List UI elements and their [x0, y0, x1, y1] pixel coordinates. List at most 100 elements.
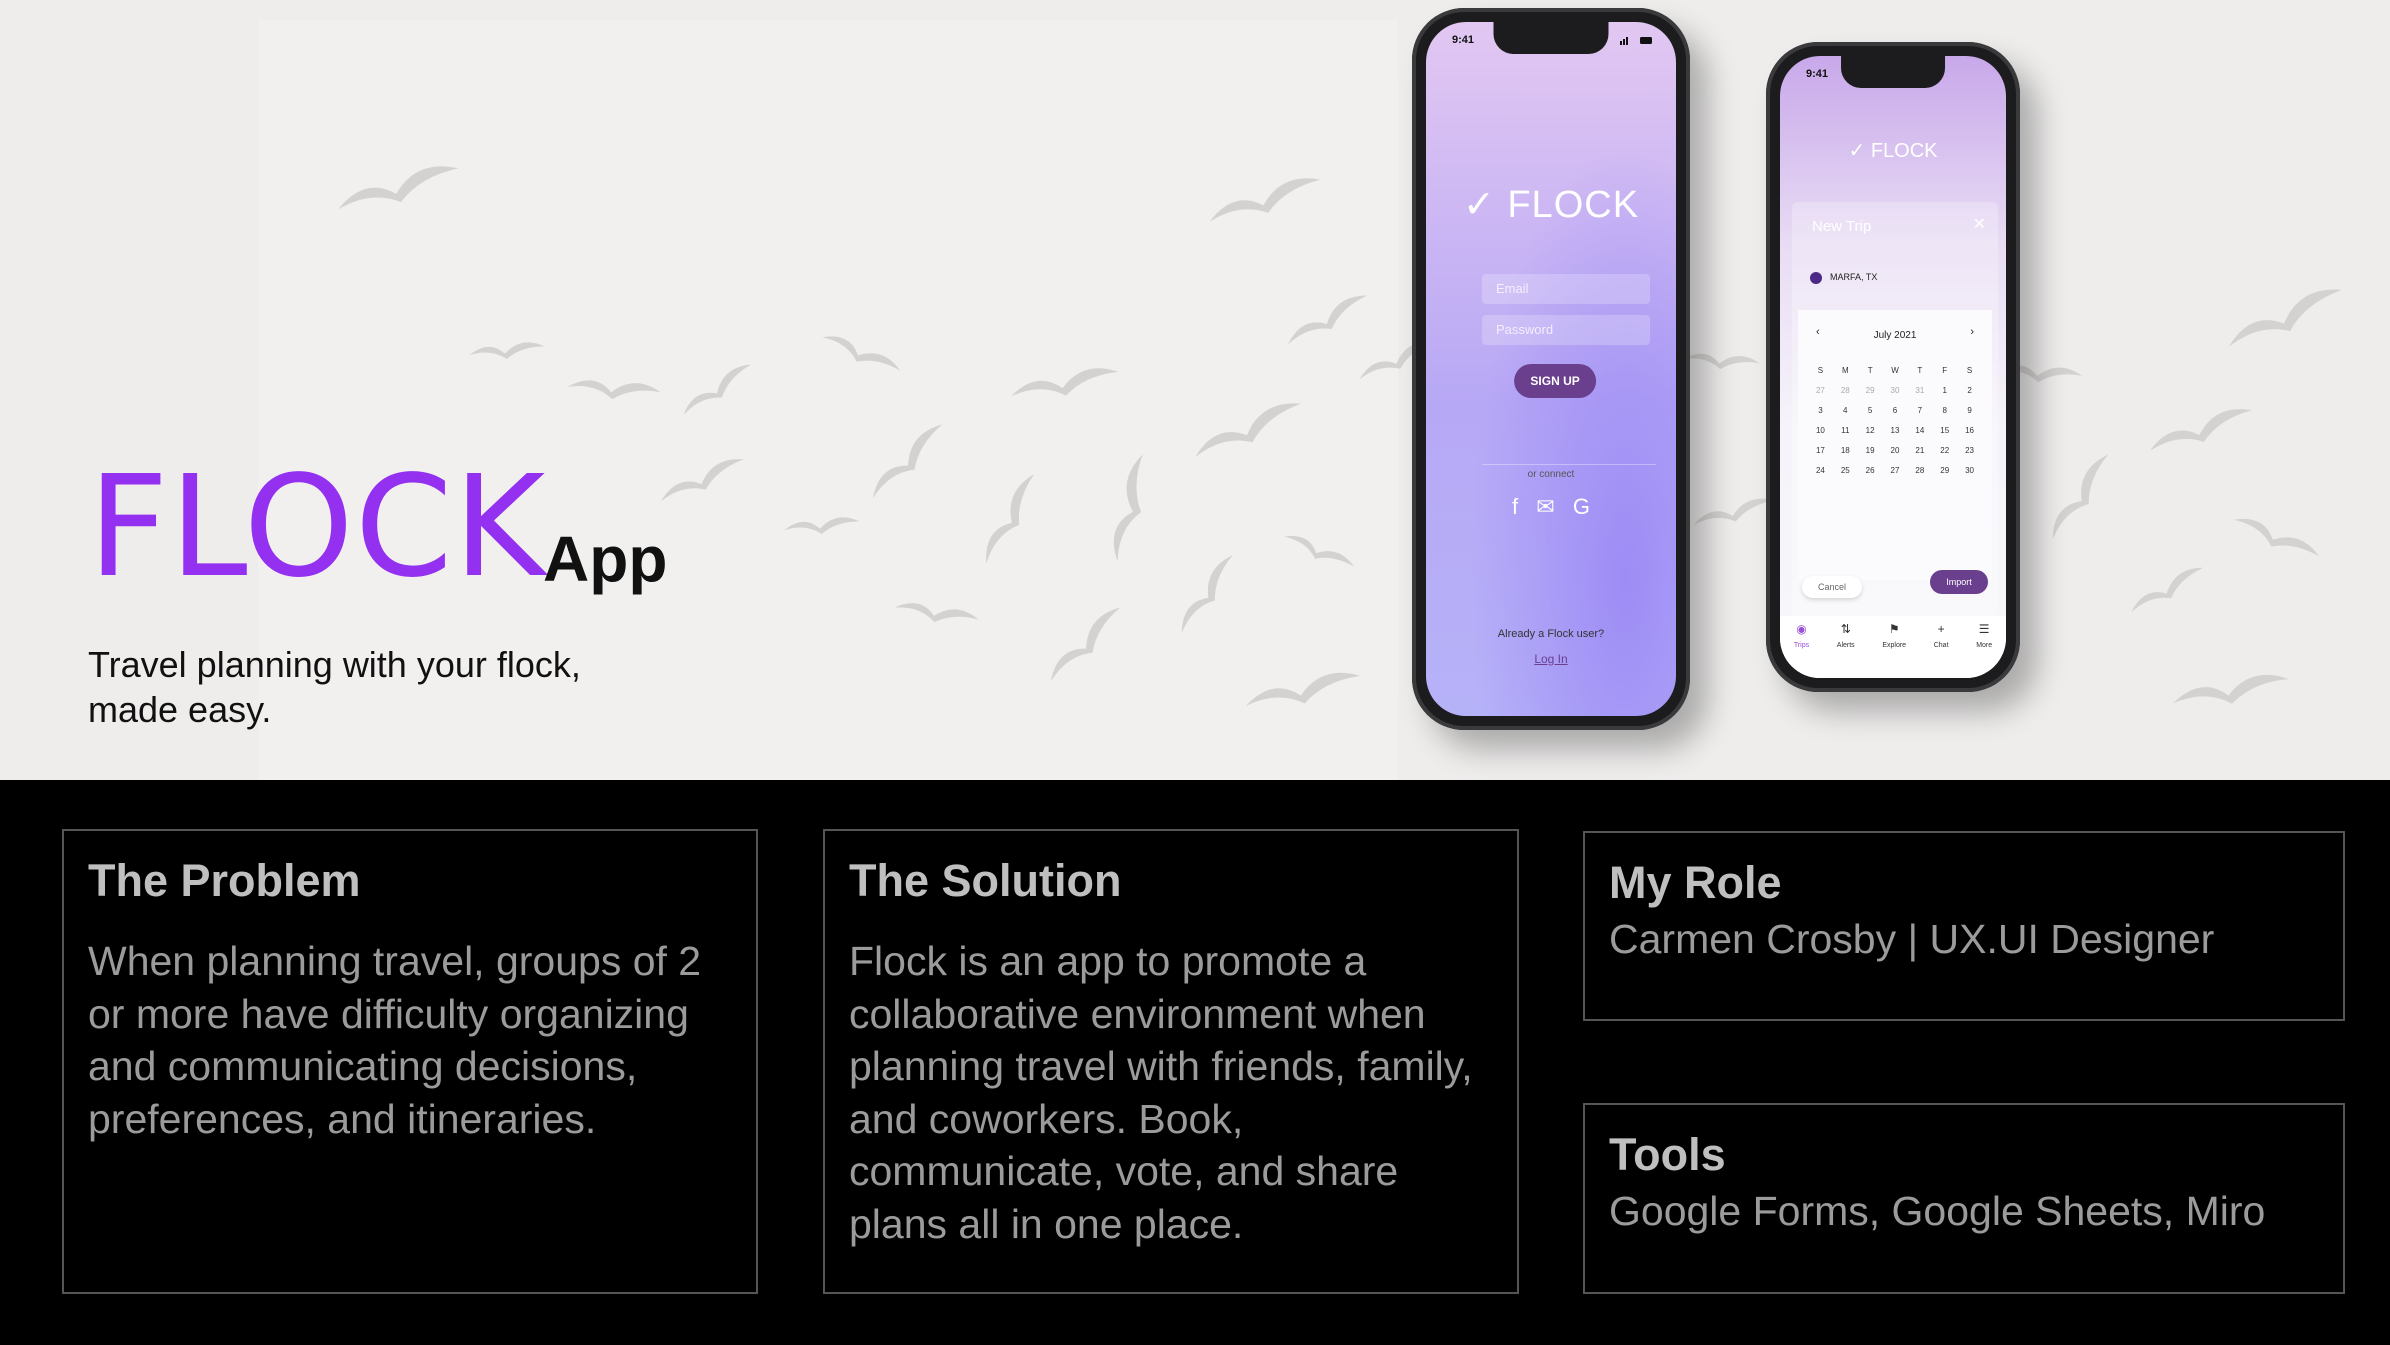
tab-alerts[interactable]: ⇅ Alerts [1837, 622, 1855, 649]
calendar-day[interactable]: 17 [1808, 446, 1833, 455]
divider [1482, 464, 1656, 465]
calendar-day[interactable]: 10 [1808, 426, 1833, 435]
calendar-day[interactable]: 30 [1883, 386, 1908, 395]
new-trip-screen: 9:41 ✓ FLOCK New Trip ✕ MARFA, TX ‹ July… [1780, 56, 2006, 678]
calendar-day[interactable]: 9 [1957, 406, 1982, 415]
tools-text: Google Forms, Google Sheets, Miro [1609, 1188, 2266, 1234]
cancel-button[interactable]: Cancel [1802, 576, 1862, 598]
calendar-day[interactable]: 16 [1957, 426, 1982, 435]
tab-label: Alerts [1836, 642, 1855, 649]
calendar-day[interactable]: 23 [1957, 446, 1982, 455]
calendar-day[interactable]: 18 [1833, 446, 1858, 455]
menu-icon: ☰ [1978, 622, 1990, 636]
calendar-day[interactable]: 28 [1833, 386, 1858, 395]
status-time: 9:41 [1806, 68, 1829, 80]
outlook-icon[interactable]: ✉ [1536, 494, 1554, 520]
tab-label: Explore [1882, 642, 1907, 649]
calendar-day[interactable]: 5 [1858, 406, 1883, 415]
location-pin-icon: ◉ [1796, 622, 1807, 636]
problem-text: When planning travel, groups of 2 or mor… [88, 938, 702, 1142]
or-connect-label: or connect [1527, 469, 1575, 480]
email-field[interactable]: Email [1482, 274, 1650, 304]
phone-notch [1493, 22, 1609, 54]
calendar-day[interactable]: 6 [1883, 406, 1908, 415]
calendar-day[interactable]: 11 [1833, 426, 1858, 435]
close-icon[interactable]: ✕ [1973, 214, 1986, 234]
role-text: Carmen Crosby | UX.UI Designer [1609, 916, 2215, 962]
status-bar-icons [1620, 37, 1652, 45]
weekday-label: W [1891, 366, 1899, 375]
role-box: My Role Carmen Crosby | UX.UI Designer [1583, 831, 2345, 1021]
password-field[interactable]: Password [1482, 315, 1650, 345]
calendar-day[interactable]: 22 [1932, 446, 1957, 455]
google-icon[interactable]: G [1573, 494, 1590, 520]
role-heading: My Role [1609, 857, 1782, 908]
calendar-day[interactable]: 8 [1932, 406, 1957, 415]
calendar-day[interactable]: 27 [1883, 466, 1908, 475]
log-in-link[interactable]: Log In [1426, 652, 1676, 666]
sliders-icon: ⇅ [1840, 622, 1851, 636]
calendar-day[interactable]: 29 [1932, 466, 1957, 475]
calendar-day[interactable]: 4 [1833, 406, 1858, 415]
brand-suffix: App [543, 523, 668, 595]
calendar-day[interactable]: 29 [1858, 386, 1883, 395]
tab-more[interactable]: ☰ More [1976, 622, 1992, 649]
trip-location: MARFA, TX [1830, 272, 1878, 282]
tab-bar: ◉ Trips ⇅ Alerts ⚑ Explore + Chat ☰ More [1780, 616, 2006, 678]
phone-new-trip-mockup: 9:41 ✓ FLOCK New Trip ✕ MARFA, TX ‹ July… [1766, 42, 2020, 692]
weekday-label: M [1841, 366, 1849, 375]
problem-heading: The Problem [88, 855, 361, 906]
plus-icon: + [1937, 622, 1945, 636]
facebook-icon[interactable]: f [1512, 494, 1518, 520]
phone-login-mockup: 9:41 ✓ FLOCK Email Password SIGN UP or c… [1412, 8, 1690, 730]
calendar-day[interactable]: 19 [1858, 446, 1883, 455]
calendar-grid: S M T W T F S 27 28 29 30 31 1 2 3 4 5 6 7 8 9 10 11 12 13 14 15 16… [1808, 366, 1982, 475]
location-pin-icon [1810, 272, 1822, 284]
brand-name: FLOCK [88, 446, 547, 609]
social-login-row: f ✉ G [1426, 494, 1676, 520]
logo-text: FLOCK [1507, 184, 1640, 226]
calendar-day[interactable]: 26 [1858, 466, 1883, 475]
calendar-day[interactable]: 30 [1957, 466, 1982, 475]
calendar-day[interactable]: 24 [1808, 466, 1833, 475]
calendar-day[interactable]: 2 [1957, 386, 1982, 395]
phone-notch [1841, 56, 1945, 88]
calendar-day[interactable]: 14 [1907, 426, 1932, 435]
calendar-day[interactable]: 1 [1932, 386, 1957, 395]
brand-title: FLOCK App [88, 458, 667, 598]
import-button[interactable]: Import [1930, 570, 1988, 594]
tab-label: More [1976, 642, 1993, 649]
weekday-label: F [1942, 366, 1948, 375]
calendar-day[interactable]: 21 [1907, 446, 1932, 455]
calendar-day[interactable]: 13 [1883, 426, 1908, 435]
calendar-day[interactable]: 7 [1907, 406, 1932, 415]
calendar-day[interactable]: 15 [1932, 426, 1957, 435]
solution-text: Flock is an app to promote a collaborati… [849, 938, 1473, 1247]
sign-up-button[interactable]: SIGN UP [1514, 364, 1597, 398]
tools-heading: Tools [1609, 1129, 1726, 1180]
tab-explore[interactable]: ⚑ Explore [1882, 622, 1906, 649]
app-logo: ✓ FLOCK [1426, 182, 1676, 227]
calendar-day[interactable]: 25 [1833, 466, 1858, 475]
weekday-label: S [1966, 366, 1973, 375]
problem-box: The Problem When planning travel, groups… [62, 829, 758, 1294]
status-time: 9:41 [1452, 34, 1475, 46]
calendar-day[interactable]: 3 [1808, 406, 1833, 415]
tab-trips[interactable]: ◉ Trips [1794, 622, 1809, 649]
card-title: New Trip [1812, 218, 1872, 235]
calendar-day[interactable]: 12 [1858, 426, 1883, 435]
calendar: ‹ July 2021 › S M T W T F S 27 28 29 30 31 1 2 3 4 5 6 7 8 9… [1798, 310, 1992, 580]
calendar-day[interactable]: 31 [1907, 386, 1932, 395]
calendar-day[interactable]: 28 [1907, 466, 1932, 475]
tab-label: Trips [1793, 642, 1810, 649]
weekday-label: T [1917, 366, 1923, 375]
tagline: Travel planning with your flock, made ea… [88, 642, 708, 732]
app-logo: ✓ FLOCK [1780, 138, 2006, 163]
tab-chat[interactable]: + Chat [1934, 622, 1949, 649]
calendar-day[interactable]: 27 [1808, 386, 1833, 395]
hero-banner: FLOCK App Travel planning with your floc… [0, 0, 2390, 780]
calendar-day[interactable]: 20 [1883, 446, 1908, 455]
tagline-line-2: made easy. [88, 689, 272, 730]
chevron-right-icon[interactable]: › [1970, 326, 1974, 338]
new-trip-card: New Trip ✕ MARFA, TX ‹ July 2021 › SMTWT… [1792, 202, 1998, 616]
